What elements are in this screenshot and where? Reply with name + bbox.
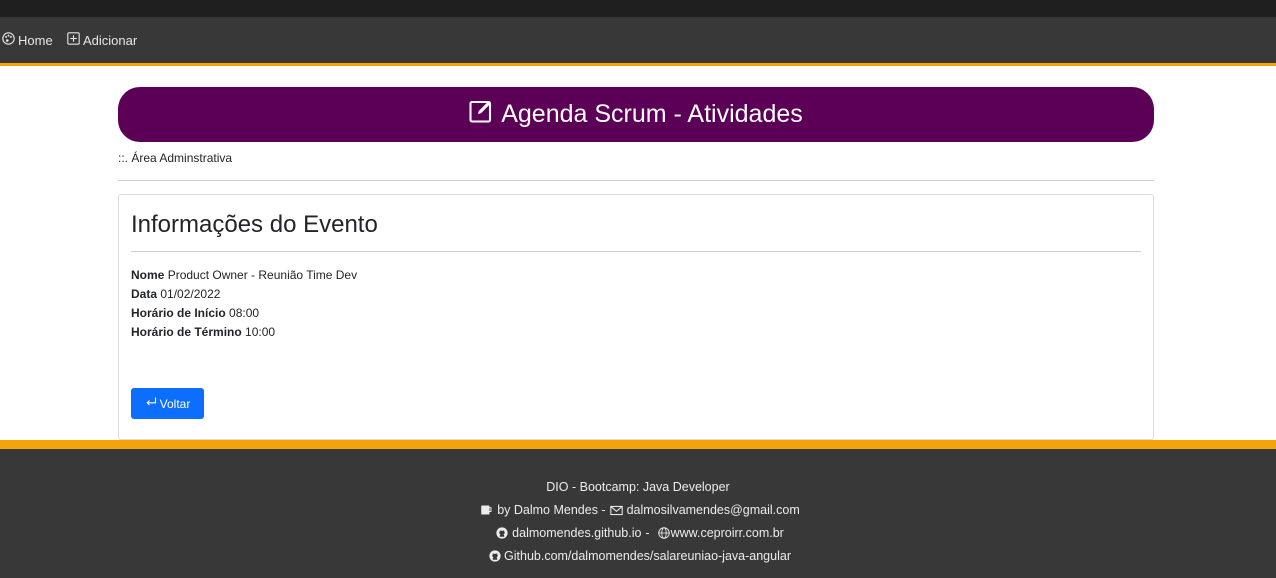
event-card: Informações do Evento Nome Product Owner… [118, 194, 1154, 440]
footer-repo-link[interactable]: Github.com/dalmomendes/salareuniao-java-… [504, 549, 791, 563]
event-end-row: Horário de Término 10:00 [131, 325, 275, 339]
nav-add-label: Adicionar [83, 32, 138, 48]
field-value: 08:00 [229, 306, 260, 320]
footer-email-link[interactable]: dalmosilvamendes@gmail.com [627, 503, 800, 517]
event-start-row: Horário de Início 08:00 [131, 306, 259, 320]
plus-square-icon [67, 32, 83, 48]
top-strip [0, 0, 1276, 17]
footer-line-sites: dalmomendes.github.io - www.ceproirr.com… [0, 526, 1276, 540]
field-value: Product Owner - Reunião Time Dev [167, 268, 358, 282]
footer-bootcamp-text: DIO - Bootcamp: Java Developer [546, 480, 730, 494]
back-button[interactable]: Voltar [131, 388, 204, 419]
footer-line-bootcamp: DIO - Bootcamp: Java Developer [0, 480, 1276, 494]
divider [118, 180, 1154, 181]
pencil-square-icon [469, 99, 501, 130]
field-value: 01/02/2022 [160, 287, 221, 301]
cup-icon [480, 504, 493, 516]
palette-icon [2, 32, 18, 48]
back-button-label: Voltar [159, 396, 191, 411]
footer-line-author: by Dalmo Mendes - dalmosilvamendes@gmail… [0, 503, 1276, 517]
page-title: Agenda Scrum - Atividades [501, 100, 803, 128]
nav-home-label: Home [18, 32, 53, 48]
envelope-icon [609, 505, 623, 516]
event-name-row: Nome Product Owner - Reunião Time Dev [131, 268, 357, 282]
breadcrumb: ::. Área Adminstrativa [118, 151, 233, 165]
github-icon [489, 550, 501, 562]
footer-site1-link[interactable]: dalmomendes.github.io [512, 526, 641, 540]
field-value: 10:00 [245, 325, 276, 339]
nav-home-link[interactable]: Home [2, 32, 53, 48]
event-date-row: Data 01/02/2022 [131, 287, 220, 301]
event-heading: Informações do Evento [131, 211, 378, 238]
field-label: Data [131, 287, 158, 301]
footer-line-repo: Github.com/dalmomendes/salareuniao-java-… [0, 549, 1276, 563]
footer-separator: - [645, 526, 650, 540]
nav-add-link[interactable]: Adicionar [67, 32, 137, 48]
page-banner: Agenda Scrum - Atividades [118, 87, 1154, 142]
field-label: Horário de Término [131, 325, 242, 339]
navbar: Home Adicionar [0, 17, 1276, 66]
card-divider [131, 251, 1141, 252]
footer-site2-link[interactable]: www.ceproirr.com.br [671, 526, 784, 540]
github-icon [496, 527, 508, 539]
globe-icon [657, 527, 670, 539]
field-label: Nome [131, 268, 165, 282]
footer: DIO - Bootcamp: Java Developer by Dalmo … [0, 440, 1276, 578]
field-label: Horário de Início [131, 306, 226, 320]
return-arrow-icon [145, 396, 160, 411]
footer-author: by Dalmo Mendes - [497, 503, 606, 517]
